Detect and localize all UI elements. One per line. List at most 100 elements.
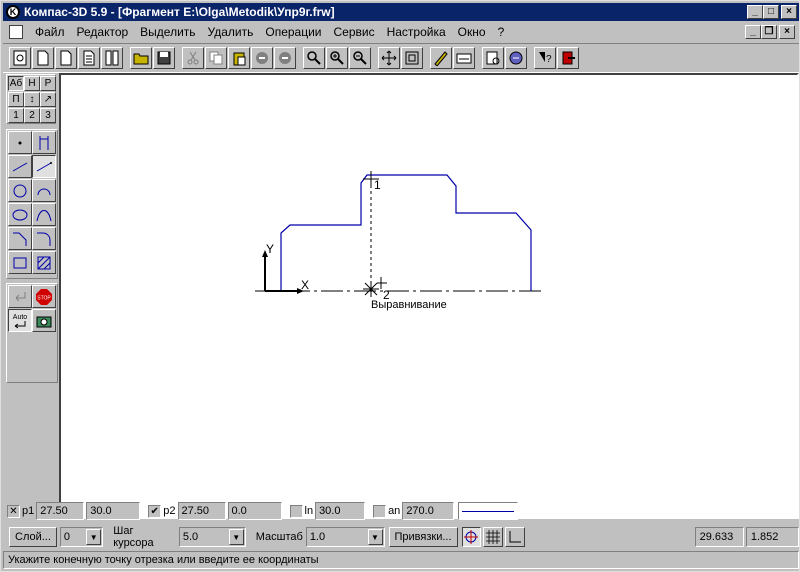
mdi-close-button[interactable]: × <box>779 25 795 39</box>
fillet-icon[interactable] <box>32 227 56 250</box>
cursor-step-select[interactable]: 5.0 ▼ <box>178 527 246 547</box>
new-drawing-icon[interactable] <box>9 47 31 69</box>
snaps-button[interactable]: Привязки... <box>388 527 458 547</box>
p2-y-field[interactable]: 0.0 <box>227 502 282 520</box>
scale-select[interactable]: 1.0 ▼ <box>305 527 385 547</box>
copy-icon[interactable] <box>205 47 227 69</box>
new-doc-icon[interactable] <box>32 47 54 69</box>
tab-2[interactable]: 2 <box>24 108 40 123</box>
tab-1[interactable]: 1 <box>8 108 24 123</box>
scale-value: 1.0 <box>309 531 326 543</box>
paste-icon[interactable] <box>228 47 250 69</box>
tab-edit[interactable]: П <box>8 92 24 107</box>
tab-dimensions[interactable]: Н <box>24 76 40 91</box>
auto-label: Auto <box>13 314 28 321</box>
chevron-down-icon[interactable]: ▼ <box>228 529 244 545</box>
snap-toggle-icon[interactable] <box>461 527 482 547</box>
cursor-x-readout: 29.633 <box>694 527 744 547</box>
chamfer-icon[interactable] <box>8 227 32 250</box>
menu-select[interactable]: Выделить <box>134 25 201 39</box>
layer-select[interactable]: 0 ▼ <box>59 527 104 547</box>
p1-x-field[interactable]: 27.50 <box>36 502 85 520</box>
bezier-icon[interactable] <box>32 203 56 226</box>
ln-field[interactable]: 30.0 <box>315 502 366 520</box>
chevron-down-icon[interactable]: ▼ <box>367 529 383 545</box>
save-icon[interactable] <box>153 47 175 69</box>
p2-x-field[interactable]: 27.50 <box>177 502 226 520</box>
p1-y-field[interactable]: 30.0 <box>86 502 141 520</box>
zoom-fit-icon[interactable] <box>401 47 423 69</box>
menu-window[interactable]: Окно <box>452 25 492 39</box>
aux-line-icon[interactable] <box>32 131 56 154</box>
library-icon[interactable] <box>505 47 527 69</box>
grid-icon[interactable] <box>483 527 503 547</box>
title-bar[interactable]: K Компас-3D 5.9 - [Фрагмент E:\Olga\Meto… <box>3 3 799 21</box>
axis-y-label: Y <box>266 242 274 256</box>
menu-help[interactable]: ? <box>492 25 511 39</box>
snap-hint: Выравнивание <box>371 299 447 311</box>
menu-editor[interactable]: Редактор <box>71 25 135 39</box>
ln-lock-checkbox[interactable] <box>289 504 303 518</box>
p2-lock-checkbox[interactable]: ✔ <box>148 504 162 518</box>
undo-icon[interactable] <box>251 47 273 69</box>
tab-symbols[interactable]: Р <box>40 76 56 91</box>
menu-delete[interactable]: Удалить <box>202 25 260 39</box>
p1-lock-checkbox[interactable]: ✕ <box>7 504 20 518</box>
new-sheet-icon[interactable] <box>55 47 77 69</box>
mdi-minimize-button[interactable]: _ <box>745 25 761 39</box>
an-field[interactable]: 270.0 <box>402 502 455 520</box>
tab-measure[interactable]: ↕ <box>24 92 40 107</box>
mdi-restore-button[interactable]: ❐ <box>761 25 777 39</box>
an-lock-checkbox[interactable] <box>373 504 387 518</box>
zoom-out-icon[interactable] <box>349 47 371 69</box>
circle-icon[interactable] <box>8 179 32 202</box>
exit-icon[interactable] <box>557 47 579 69</box>
help-icon[interactable]: ? <box>534 47 556 69</box>
layers-icon[interactable] <box>453 47 475 69</box>
hatch-icon[interactable] <box>32 251 56 274</box>
tab-3[interactable]: 3 <box>40 108 56 123</box>
zoom-window-icon[interactable] <box>303 47 325 69</box>
redo-icon[interactable] <box>274 47 296 69</box>
auto-icon[interactable]: Auto <box>8 309 32 332</box>
local-cs-icon[interactable] <box>504 527 525 547</box>
ellipse-icon[interactable] <box>8 203 32 226</box>
menu-bar: Файл Редактор Выделить Удалить Операции … <box>3 22 799 42</box>
cursor-step-label: Шаг курсора <box>113 525 154 549</box>
left-panel: Аб Н Р П ↕ ↗ 1 2 3 STOP Auto <box>3 73 59 519</box>
document-icon[interactable] <box>9 25 23 39</box>
layer-button[interactable]: Слой... <box>9 527 57 547</box>
menu-file[interactable]: Файл <box>29 25 71 39</box>
zoom-in-icon[interactable] <box>326 47 348 69</box>
open-icon[interactable] <box>130 47 152 69</box>
cut-icon[interactable] <box>182 47 204 69</box>
caption-buttons: _ □ × <box>747 5 797 19</box>
main-toolbar: ? <box>3 43 799 73</box>
pan-icon[interactable] <box>378 47 400 69</box>
segment-icon[interactable] <box>8 155 32 178</box>
chevron-down-icon[interactable]: ▼ <box>86 529 102 545</box>
line-style-field[interactable] <box>458 502 519 520</box>
draw-style-icon[interactable] <box>430 47 452 69</box>
minimize-button[interactable]: _ <box>747 5 763 19</box>
parallel-segment-icon[interactable] <box>32 155 56 178</box>
arc-icon[interactable] <box>32 179 56 202</box>
new-text-icon[interactable] <box>101 47 123 69</box>
properties-icon[interactable] <box>482 47 504 69</box>
an-label: an <box>388 505 401 517</box>
tab-select[interactable]: ↗ <box>40 92 56 107</box>
enter-icon[interactable] <box>8 285 32 308</box>
stop-icon[interactable]: STOP <box>32 285 56 308</box>
close-button[interactable]: × <box>781 5 797 19</box>
menu-operations[interactable]: Операции <box>259 25 327 39</box>
new-spec-icon[interactable] <box>78 47 100 69</box>
menu-service[interactable]: Сервис <box>328 25 381 39</box>
drawing-canvas[interactable]: X Y 1 2 Выравнивание <box>59 73 799 519</box>
tool-tabs: Аб Н Р П ↕ ↗ 1 2 3 <box>6 74 56 124</box>
rectangle-icon[interactable] <box>8 251 32 274</box>
snapshot-icon[interactable] <box>32 309 56 332</box>
maximize-button[interactable]: □ <box>763 5 779 19</box>
tab-geometry[interactable]: Аб <box>8 76 24 91</box>
point-icon[interactable] <box>8 131 32 154</box>
menu-settings[interactable]: Настройка <box>381 25 452 39</box>
